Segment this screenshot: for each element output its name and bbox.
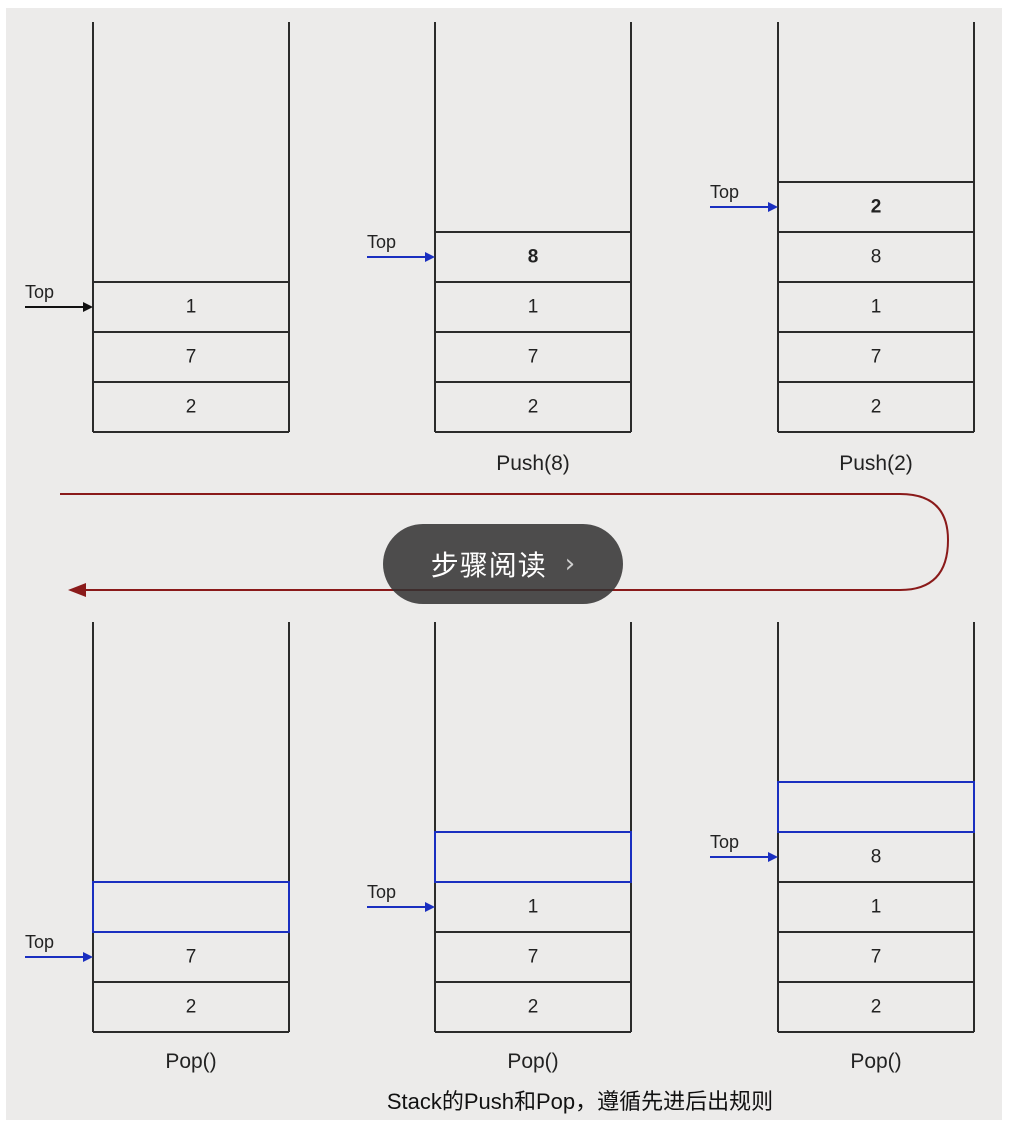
operation-label: Pop() — [165, 1050, 216, 1073]
stack-cell-value: 2 — [186, 997, 197, 1018]
stack-cell-value: 8 — [528, 247, 539, 268]
operation-label: Pop() — [850, 1050, 901, 1073]
stack-cell-value: 1 — [528, 897, 539, 918]
stack-cell-value: 1 — [186, 297, 197, 318]
stack-cell-value: 8 — [871, 247, 882, 268]
stack-6: 2 7 1 8 Top Pop() — [710, 622, 975, 1073]
step-reading-button[interactable]: 步骤阅读 › — [383, 524, 623, 604]
stack-cell-value: 1 — [871, 897, 882, 918]
operation-label: Push(8) — [496, 452, 570, 475]
stack-5: 2 7 1 Top Pop() — [367, 622, 632, 1073]
stack-cell-value: 2 — [186, 397, 197, 418]
stack-cell-value: 2 — [871, 397, 882, 418]
stack-cell-value: 7 — [528, 347, 539, 368]
stack-3: 2 7 1 8 2 Top Push(2) — [710, 22, 975, 475]
operation-label: Push(2) — [839, 452, 913, 475]
top-pointer-label: Top — [710, 832, 739, 852]
stack-1: 2 7 1 Top — [25, 22, 290, 433]
top-pointer-label: Top — [367, 882, 396, 902]
stack-cell-value: 2 — [871, 197, 882, 218]
top-pointer-label: Top — [710, 182, 739, 202]
popped-slot — [92, 881, 290, 933]
top-pointer-label: Top — [25, 932, 54, 952]
stack-cell-value: 2 — [871, 997, 882, 1018]
top-pointer-label: Top — [25, 282, 54, 302]
stack-cell-value: 7 — [871, 347, 882, 368]
top-pointer-label: Top — [367, 232, 396, 252]
popped-slot — [434, 831, 632, 883]
stack-4: 2 7 Top Pop() — [25, 622, 290, 1073]
operation-label: Pop() — [507, 1050, 558, 1073]
stack-cell-value: 7 — [186, 947, 197, 968]
step-reading-label: 步骤阅读 — [430, 549, 547, 582]
diagram-caption: Stack的Push和Pop，遵循先进后出规则 — [387, 1089, 773, 1114]
flow-arrow-head — [68, 583, 86, 597]
stack-cell-value: 1 — [871, 297, 882, 318]
stack-cell-value: 2 — [528, 997, 539, 1018]
stack-cell-value: 1 — [528, 297, 539, 318]
stack-cell-value: 2 — [528, 397, 539, 418]
stack-cell-value: 7 — [871, 947, 882, 968]
stack-cell-value: 8 — [871, 847, 882, 868]
stack-cell-value: 7 — [186, 347, 197, 368]
stack-2: 2 7 1 8 Top Push(8) — [367, 22, 632, 475]
stack-cell-value: 7 — [528, 947, 539, 968]
chevron-right-icon: › — [564, 549, 576, 579]
popped-slot — [777, 781, 975, 833]
